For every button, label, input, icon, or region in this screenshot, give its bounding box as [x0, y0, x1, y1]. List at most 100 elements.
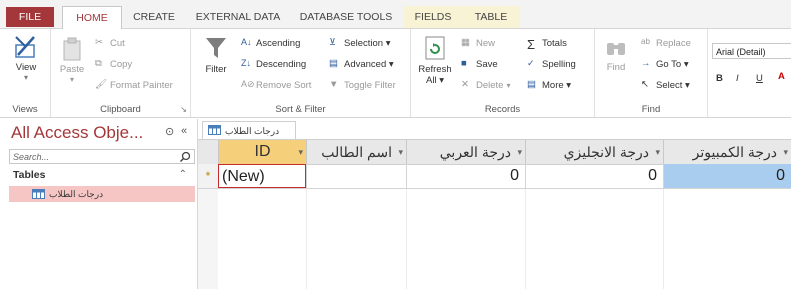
column-header-label: درجة الكمبيوتر [692, 144, 777, 160]
tables-section-header[interactable]: Tables ⌃ [9, 167, 195, 183]
column-divider [306, 189, 307, 289]
delete-button[interactable]: ✕ Delete ▾ [461, 79, 510, 91]
nav-options-icon[interactable]: ⊙ [165, 125, 174, 138]
paste-button[interactable]: Paste ▾ [55, 37, 89, 84]
navigation-pane: All Access Obje... ⊙ « Search... Tables … [7, 119, 198, 289]
table-row: * (New) 0 0 0 [198, 164, 791, 189]
nav-item-table[interactable]: درجات الطلاب [9, 186, 195, 202]
view-icon [15, 36, 35, 58]
bold-button[interactable]: B [716, 73, 723, 84]
cell-computer-grade[interactable]: 0 [663, 164, 791, 188]
tab-create[interactable]: CREATE [126, 6, 182, 28]
more-label: More ▾ [542, 79, 572, 91]
cell-arabic-grade[interactable]: 0 [406, 164, 525, 188]
cut-label: Cut [110, 37, 125, 49]
copy-button[interactable]: ⧉ Copy [95, 58, 132, 70]
toggle-filter-button[interactable]: ▼ Toggle Filter [329, 79, 396, 91]
sort-filter-group: Filter A↓ Ascending Z↓ Descending A⊘ Remove… [191, 29, 411, 117]
clipboard-launcher-icon[interactable]: ↘ [180, 105, 187, 114]
underline-button[interactable]: U [756, 73, 763, 84]
remove-sort-button[interactable]: A⊘ Remove Sort [241, 79, 311, 91]
spelling-icon: ✓ [527, 58, 535, 68]
tab-file[interactable]: FILE [6, 7, 54, 27]
column-header-english-grade[interactable]: درجة الانجليزي ▾ [525, 140, 663, 164]
refresh-label: Refresh [418, 64, 452, 75]
advanced-label: Advanced ▾ [344, 58, 394, 70]
column-dropdown-icon[interactable]: ▾ [517, 140, 522, 164]
tab-external-data[interactable]: EXTERNAL DATA [188, 6, 288, 28]
cell-english-grade[interactable]: 0 [525, 164, 663, 188]
scissors-icon: ✂ [95, 37, 103, 48]
ribbon-tab-strip: FILE HOME CREATE EXTERNAL DATA DATABASE … [0, 0, 791, 30]
table-icon [32, 189, 45, 199]
text-formatting-group: Arial (Detail) B I U A [708, 29, 791, 117]
sort-ascending-icon: A↓ [241, 37, 252, 47]
spelling-button[interactable]: ✓ Spelling [527, 58, 576, 70]
views-group-label: Views [12, 104, 38, 115]
selection-button[interactable]: ⊻ Selection ▾ [329, 37, 391, 49]
column-divider [406, 189, 407, 289]
nav-search-input[interactable]: Search... [9, 149, 195, 164]
sort-filter-group-label: Sort & Filter [275, 104, 326, 115]
column-dropdown-icon[interactable]: ▾ [783, 140, 788, 164]
toggle-filter-icon: ▼ [329, 79, 339, 90]
new-record-icon: ▦ [461, 37, 470, 48]
column-dropdown-icon[interactable]: ▾ [298, 140, 303, 164]
column-header-computer-grade[interactable]: درجة الكمبيوتر ▾ [663, 140, 791, 164]
font-color-icon[interactable]: A [778, 71, 785, 82]
replace-label: Replace [656, 37, 691, 49]
nav-collapse-icon[interactable]: « [181, 125, 187, 137]
column-header-label: اسم الطالب [321, 144, 392, 160]
tab-database-tools[interactable]: DATABASE TOOLS [294, 6, 398, 28]
copy-label: Copy [110, 58, 133, 70]
document-tab[interactable]: درجات الطلاب [202, 121, 296, 139]
selection-filter-icon: ⊻ [329, 37, 336, 48]
toggle-filter-label: Toggle Filter [344, 79, 396, 91]
refresh-all-button[interactable]: Refresh All ▾ [417, 35, 453, 86]
italic-button[interactable]: I [736, 73, 739, 84]
datasheet-area: درجات الطلاب ID ▾ اسم الطالب ▾ درجة العر… [198, 119, 791, 289]
cell-id[interactable]: (New) [218, 164, 306, 188]
collapse-up-icon[interactable]: ⌃ [179, 167, 187, 183]
save-button[interactable]: ■ Save [461, 58, 498, 70]
column-header-student-name[interactable]: اسم الطالب ▾ [306, 140, 406, 164]
sigma-icon: Σ [527, 37, 536, 52]
new-record-marker[interactable]: * [198, 164, 218, 188]
tab-fields[interactable]: FIELDS [404, 6, 462, 28]
records-group-label: Records [484, 104, 521, 115]
replace-button[interactable]: ab Replace [641, 37, 691, 49]
nav-pane-title[interactable]: All Access Obje... [11, 123, 143, 143]
goto-button[interactable]: → Go To ▾ [641, 58, 689, 70]
column-header-id[interactable]: ID ▾ [218, 140, 306, 164]
cell-student-name[interactable] [306, 164, 406, 188]
column-header-arabic-grade[interactable]: درجة العربي ▾ [406, 140, 525, 164]
records-group: Refresh All ▾ ▦ New ■ Save ✕ Delete ▾ Σ Total… [411, 29, 595, 117]
column-divider [663, 189, 664, 289]
font-select[interactable]: Arial (Detail) [712, 43, 791, 59]
column-header-label: درجة الانجليزي [563, 144, 649, 160]
filter-button[interactable]: Filter [201, 35, 231, 75]
descending-button[interactable]: Z↓ Descending [241, 58, 306, 70]
select-button[interactable]: ↖ Select ▾ [641, 79, 690, 91]
clipboard-icon [63, 37, 81, 61]
totals-button[interactable]: Σ Totals [527, 37, 567, 52]
remove-sort-label: Remove Sort [256, 79, 312, 91]
column-dropdown-icon[interactable]: ▾ [655, 140, 660, 164]
select-all-corner[interactable] [198, 140, 218, 164]
ascending-button[interactable]: A↓ Ascending [241, 37, 300, 49]
find-button[interactable]: Find [601, 37, 631, 73]
more-button[interactable]: ▤ More ▾ [527, 79, 571, 91]
tables-section-label: Tables [13, 169, 46, 181]
format-painter-button[interactable]: 🖌 Format Painter [95, 79, 173, 91]
new-record-button[interactable]: ▦ New [461, 37, 495, 49]
table-icon [208, 125, 221, 135]
view-button[interactable]: View ▾ [8, 35, 44, 82]
cut-button[interactable]: ✂ Cut [95, 37, 125, 49]
advanced-button[interactable]: ▤ Advanced ▾ [329, 58, 394, 70]
tab-table[interactable]: TABLE [462, 6, 520, 28]
refresh-icon [425, 36, 445, 60]
column-dropdown-icon[interactable]: ▾ [398, 140, 403, 164]
tab-home[interactable]: HOME [62, 6, 122, 30]
descending-label: Descending [256, 58, 307, 70]
spelling-label: Spelling [542, 58, 576, 70]
